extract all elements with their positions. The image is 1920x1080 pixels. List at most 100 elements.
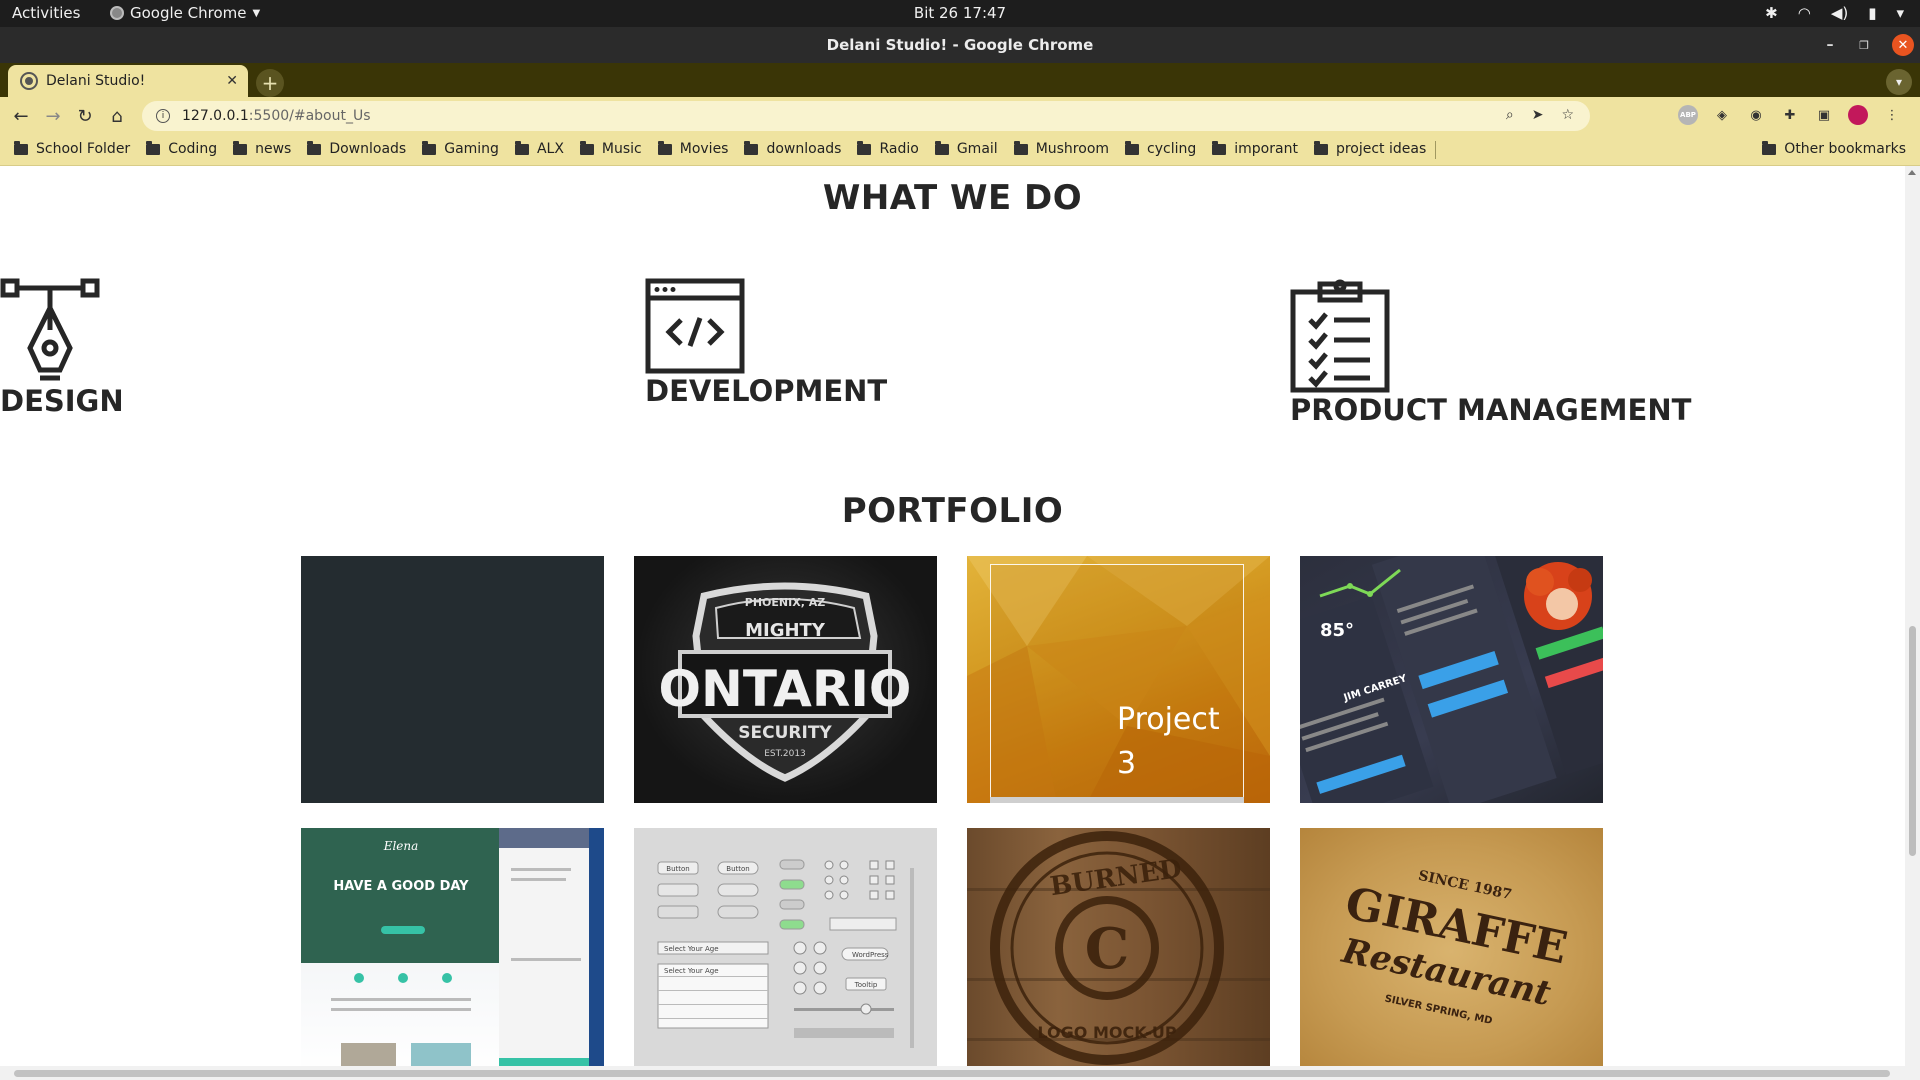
bookmark-folder-gmail[interactable]: Gmail: [934, 140, 998, 157]
portfolio-tile-2[interactable]: PHOENIX, AZ MIGHTY ONTARIO SECURITY EST.…: [634, 556, 937, 803]
service-product-management: PRODUCT MANAGEMENT: [1290, 278, 1691, 427]
other-bookmarks-folder[interactable]: Other bookmarks: [1762, 140, 1906, 157]
ui-wordpress-text: WordPress: [852, 951, 889, 959]
bookmark-folder-radio[interactable]: Radio: [857, 140, 919, 157]
bookmark-folder-mushroom[interactable]: Mushroom: [1013, 140, 1110, 157]
caret-down-icon: ▼: [252, 7, 261, 19]
bookmark-folder-music[interactable]: Music: [579, 140, 642, 157]
folder-icon: [1013, 140, 1028, 155]
tray-caret-icon[interactable]: ▾: [1896, 4, 1904, 22]
profile-avatar[interactable]: [1848, 105, 1868, 125]
bookmark-folder-downloads[interactable]: downloads: [744, 140, 841, 157]
service-design: DESIGN: [0, 278, 124, 418]
app-weather-text: 85°: [1320, 620, 1354, 641]
bookmark-folder-coding[interactable]: Coding: [146, 140, 218, 157]
bookmark-folder-movies[interactable]: Movies: [657, 140, 728, 157]
page-viewport: WHAT WE DO DESIGN DEVELOPMENT PRODUCT MA…: [0, 166, 1905, 1066]
battery-icon[interactable]: ▮: [1868, 4, 1876, 22]
activities-button[interactable]: Activities: [12, 4, 80, 22]
wifi-icon[interactable]: ◠: [1798, 4, 1811, 22]
folder-icon: [579, 140, 594, 155]
portfolio-tile-5[interactable]: Elena HAVE A GOOD DAY: [301, 828, 604, 1066]
system-tray[interactable]: ✱ ◠ ◀) ▮ ▾: [1765, 4, 1904, 22]
portfolio-tile-8[interactable]: SINCE 1987 GIRAFFE Restaurant SILVER SPR…: [1300, 828, 1603, 1066]
bookmark-folder-imporant[interactable]: imporant: [1212, 140, 1298, 157]
site-info-icon[interactable]: i: [156, 109, 170, 123]
bookmark-label: Radio: [879, 141, 919, 157]
bookmarks-bar: School Folder Coding news Downloads Gaming AL…: [0, 135, 1920, 166]
close-window-icon[interactable]: ✕: [1892, 34, 1914, 56]
tab-search-icon[interactable]: ▾: [1886, 69, 1912, 95]
vertical-scroll-thumb[interactable]: [1909, 626, 1916, 856]
ontario-top-text: PHOENIX, AZ: [745, 596, 825, 609]
pen-tool-icon: [0, 278, 100, 381]
zoom-icon[interactable]: ⌕: [1506, 107, 1514, 123]
extensions-puzzle-icon[interactable]: ✚: [1780, 105, 1800, 125]
what-we-do-heading: WHAT WE DO: [822, 178, 1083, 218]
portfolio-tile-1[interactable]: [301, 556, 604, 803]
home-icon[interactable]: ⌂: [106, 105, 128, 127]
burned-sub-text: LOGO MOCK-UP: [1037, 1023, 1176, 1042]
portfolio-tile-7[interactable]: C BURNED LOGO MOCK-UP: [967, 828, 1270, 1066]
horizontal-scroll-thumb[interactable]: [14, 1070, 1890, 1077]
reload-icon[interactable]: ↻: [74, 105, 96, 127]
bookmark-star-icon[interactable]: ☆: [1561, 107, 1574, 123]
portfolio-heading: PORTFOLIO: [841, 491, 1064, 531]
folder-icon: [307, 140, 322, 155]
adblock-extension-icon[interactable]: ABP: [1678, 105, 1698, 125]
ui-button-text: Button: [726, 865, 749, 873]
new-tab-button[interactable]: +: [256, 69, 284, 97]
service-development: DEVELOPMENT: [645, 278, 887, 408]
clock[interactable]: Bit 26 17:47: [914, 4, 1006, 22]
bookmark-folder-downloads[interactable]: Downloads: [307, 140, 406, 157]
portfolio-tile-3[interactable]: Project 3: [967, 556, 1270, 803]
service-label: DEVELOPMENT: [645, 374, 888, 408]
bookmark-label: Gaming: [444, 141, 499, 157]
bookmark-folder-alx[interactable]: ALX: [514, 140, 564, 157]
extensions-area: ABP ◈ ◉ ✚ ▣ ⋮: [1678, 105, 1902, 125]
scroll-up-icon[interactable]: [1908, 170, 1916, 175]
send-tab-icon[interactable]: ➤: [1532, 107, 1544, 123]
horizontal-scrollbar[interactable]: [0, 1066, 1920, 1080]
bookmark-folder-gaming[interactable]: Gaming: [422, 140, 499, 157]
address-bar[interactable]: i 127.0.0.1:5500/#about_Us ⌕ ➤ ☆: [142, 101, 1590, 131]
vertical-scrollbar[interactable]: [1905, 166, 1920, 1066]
maximize-icon[interactable]: ❐: [1854, 34, 1874, 56]
ontario-main-text: ONTARIO: [659, 660, 912, 718]
bookmark-label: ALX: [536, 141, 564, 157]
bookmark-folder-school-folder[interactable]: School Folder: [14, 140, 130, 157]
browser-toolbar: ← → ↻ ⌂ i 127.0.0.1:5500/#about_Us ⌕ ➤ ☆…: [0, 97, 1920, 135]
app-name: Google Chrome: [130, 4, 247, 22]
tab-strip: Delani Studio! ✕ + ▾: [0, 63, 1920, 97]
chrome-menu-icon[interactable]: ⋮: [1882, 105, 1902, 125]
bookmark-folder-news[interactable]: news: [233, 140, 291, 157]
extension-record-icon[interactable]: ◉: [1746, 105, 1766, 125]
minimize-icon[interactable]: –: [1820, 34, 1840, 56]
landing-brand-text: Elena: [383, 839, 419, 853]
app-menu[interactable]: Google Chrome ▼: [110, 4, 260, 22]
bookmark-label: cycling: [1147, 141, 1197, 157]
portfolio-tile-6[interactable]: Button Button Select Your Age Select You…: [634, 828, 937, 1066]
ui-select-text: Select Your Age: [664, 945, 719, 953]
slack-icon[interactable]: ✱: [1765, 4, 1778, 22]
tab-delani-studio[interactable]: Delani Studio! ✕: [8, 65, 248, 97]
folder-icon: [1313, 140, 1328, 155]
portfolio-tile-4[interactable]: 85° JIM CARREY: [1300, 556, 1603, 803]
volume-icon[interactable]: ◀): [1831, 4, 1848, 22]
forward-arrow-icon[interactable]: →: [42, 105, 64, 127]
code-window-icon: [645, 278, 745, 374]
bookmark-folder-cycling[interactable]: cycling: [1125, 140, 1197, 157]
side-panel-icon[interactable]: ▣: [1814, 105, 1834, 125]
overlay-bottom-bar: [990, 797, 1244, 803]
folder-icon: [857, 140, 872, 155]
back-arrow-icon[interactable]: ←: [10, 105, 32, 127]
bookmark-label: Coding: [168, 141, 218, 157]
bookmark-label: Gmail: [956, 141, 998, 157]
bookmark-folder-project-ideas[interactable]: project ideas: [1313, 140, 1426, 157]
tab-close-icon[interactable]: ✕: [226, 73, 238, 89]
burned-letter: C: [1085, 916, 1130, 982]
bookmark-label: Mushroom: [1035, 141, 1110, 157]
folder-icon: [657, 140, 672, 155]
extension-diamond-icon[interactable]: ◈: [1712, 105, 1732, 125]
folder-icon: [744, 140, 759, 155]
